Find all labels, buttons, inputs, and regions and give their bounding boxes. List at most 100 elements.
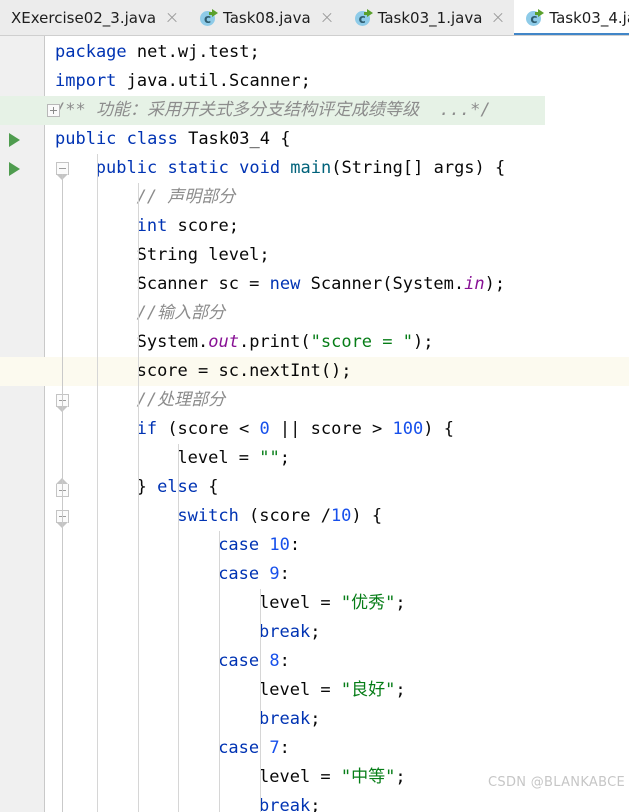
code-token: case <box>218 535 270 555</box>
code-line[interactable]: int score; <box>0 212 629 241</box>
indent-guide <box>178 444 180 812</box>
code-line[interactable]: // 声明部分 <box>0 183 629 212</box>
code-line[interactable]: break; <box>0 618 629 647</box>
code-line-text: score = sc.nextInt(); <box>137 357 352 386</box>
editor-tab-label: Task08.java <box>223 9 311 27</box>
code-line-text: level = "中等"; <box>259 763 406 792</box>
code-line[interactable]: String level; <box>0 241 629 270</box>
code-line-text: case 10: <box>218 531 300 560</box>
code-line[interactable]: /** 功能：采用开关式多分支结构评定成绩等级 ...*/ <box>0 96 545 125</box>
code-token: score = sc.nextInt(); <box>136 361 352 381</box>
code-line-text: case 8: <box>218 647 290 676</box>
code-token: case <box>218 564 270 584</box>
code-line[interactable]: Scanner sc = new Scanner(System.in); <box>0 270 629 299</box>
code-token: switch <box>177 506 250 526</box>
editor-tab-label: Task03_4.java <box>549 9 629 27</box>
code-line[interactable]: import java.util.Scanner; <box>0 67 629 96</box>
close-icon[interactable] <box>165 11 179 25</box>
code-token: in <box>464 274 485 294</box>
code-token: "优秀" <box>340 593 396 613</box>
code-token: level = <box>259 767 341 787</box>
code-line[interactable]: break; <box>0 705 629 734</box>
code-line[interactable]: case 10: <box>0 531 629 560</box>
code-editor[interactable]: package net.wj.test; import java.util.Sca… <box>0 36 629 812</box>
fold-region-line <box>62 406 63 493</box>
code-token: java.util.Scanner; <box>126 71 311 91</box>
code-token: : <box>289 535 301 555</box>
indent-guide <box>96 154 98 812</box>
code-line[interactable]: level = "良好"; <box>0 676 629 705</box>
close-icon[interactable] <box>320 11 334 25</box>
code-line[interactable]: case 9: <box>0 560 629 589</box>
code-token: ; <box>310 796 321 812</box>
close-icon[interactable] <box>491 11 505 25</box>
code-token: public <box>95 158 168 178</box>
code-token: ) { <box>423 419 454 439</box>
run-triangle-icon[interactable] <box>9 162 20 176</box>
code-token: new <box>269 274 311 294</box>
code-token: int <box>136 216 178 236</box>
editor-tab-label: Task03_1.java <box>377 9 483 27</box>
code-token: (score < <box>167 419 260 439</box>
code-line[interactable]: public static void main(String[] args) { <box>0 154 629 183</box>
code-token: ; <box>310 709 321 729</box>
editor-tab-XExercise02_3-java[interactable]: XExercise02_3.java <box>0 0 189 35</box>
code-token: // 声明部分 <box>136 187 236 207</box>
code-line[interactable]: } else { <box>0 473 629 502</box>
code-line[interactable]: package net.wj.test; <box>0 38 629 67</box>
code-line[interactable]: score = sc.nextInt(); <box>0 357 629 386</box>
code-line[interactable]: if (score < 0 || score > 100) { <box>0 415 629 444</box>
code-line-text: import java.util.Scanner; <box>55 67 311 96</box>
code-line-text: case 7: <box>218 734 290 763</box>
editor-tab-Task03_1-java[interactable]: c Task03_1.java <box>342 0 515 35</box>
code-line-text: level = "优秀"; <box>259 589 406 618</box>
code-token: "中等" <box>340 767 396 787</box>
code-line[interactable]: switch (score /10) { <box>0 502 629 531</box>
code-token: level = <box>177 448 260 468</box>
editor-tab-Task03_4-java[interactable]: cTask03_4.java <box>514 0 629 35</box>
java-class-icon: c <box>525 9 545 27</box>
code-token: System. <box>136 332 209 352</box>
code-token: String level; <box>136 245 270 265</box>
code-token: 10 <box>269 535 290 555</box>
code-token: net.wj.test; <box>136 42 260 62</box>
code-line[interactable]: //输入部分 <box>0 299 629 328</box>
editor-tab-bar: XExercise02_3.java c Task08.java c Task03_1.… <box>0 0 629 36</box>
code-line[interactable]: case 7: <box>0 734 629 763</box>
code-line-text: break; <box>259 792 320 812</box>
code-token: break <box>259 796 311 812</box>
code-token: 100 <box>392 419 424 439</box>
code-text-area[interactable]: package net.wj.test; import java.util.Sca… <box>0 36 629 812</box>
code-token: ) { <box>351 506 383 526</box>
code-token: || score > <box>269 419 393 439</box>
code-line[interactable]: level = "优秀"; <box>0 589 629 618</box>
code-line-text: /** 功能：采用开关式多分支结构评定成绩等级 ...*/ <box>55 96 491 125</box>
code-line-text: String level; <box>137 241 270 270</box>
java-class-icon: c <box>354 9 373 27</box>
code-token: Task03_4 { <box>188 129 291 149</box>
code-token: (String[] args) { <box>331 158 506 178</box>
code-line[interactable]: case 8: <box>0 647 629 676</box>
code-token: 9 <box>269 564 280 584</box>
code-line[interactable]: System.out.print("score = "); <box>0 328 629 357</box>
code-token: ; <box>279 448 291 468</box>
indent-guide <box>137 183 139 812</box>
code-token: score; <box>177 216 239 236</box>
code-token: case <box>218 738 270 758</box>
code-token: : <box>279 564 290 584</box>
code-token: //处理部分 <box>136 390 226 410</box>
run-triangle-icon[interactable] <box>9 133 20 147</box>
indent-guide <box>260 589 261 812</box>
code-line-text: break; <box>259 618 320 647</box>
code-token: : <box>279 738 290 758</box>
fold-plus-icon[interactable] <box>47 104 60 117</box>
code-line[interactable]: //处理部分 <box>0 386 629 415</box>
code-token: 7 <box>269 738 280 758</box>
code-token: ; <box>395 767 406 787</box>
code-line[interactable]: level = ""; <box>0 444 629 473</box>
code-line[interactable]: break; <box>0 792 629 812</box>
code-line[interactable]: public class Task03_4 { <box>0 125 629 154</box>
code-token: else <box>157 477 209 497</box>
code-token: public <box>55 129 127 149</box>
editor-tab-Task08-java[interactable]: c Task08.java <box>188 0 343 35</box>
